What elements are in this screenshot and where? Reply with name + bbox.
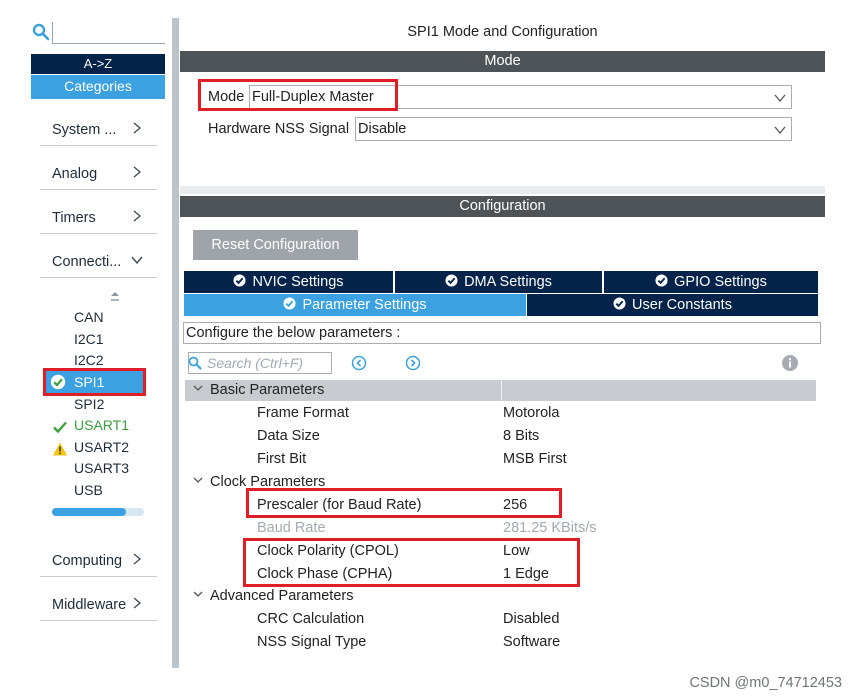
category-label: Middleware <box>52 597 127 613</box>
tab-nvic-settings[interactable]: NVIC Settings <box>184 271 393 293</box>
scroll-progress-fill <box>52 508 126 516</box>
basic-parameters-group[interactable]: Basic Parameters <box>192 382 324 398</box>
configure-hint: Configure the below parameters : <box>183 322 821 344</box>
chevron-right-icon <box>133 166 142 178</box>
tab-label: Parameter Settings <box>302 297 427 313</box>
category-middleware[interactable]: Middleware <box>40 589 157 621</box>
category-system-core[interactable]: System ... <box>40 114 157 146</box>
param-data-size-value[interactable]: 8 Bits <box>503 428 539 444</box>
category-timers[interactable]: Timers <box>40 202 157 234</box>
chevron-down-icon <box>774 126 786 135</box>
chevron-right-icon <box>133 210 142 222</box>
peripheral-can[interactable]: CAN <box>74 309 104 330</box>
panel-splitter[interactable] <box>172 18 179 668</box>
chevron-down-icon <box>774 94 786 103</box>
peripheral-label: USART1 <box>74 417 129 433</box>
check-circle-icon <box>445 274 458 287</box>
watermark: CSDN @m0_74712453 <box>689 675 842 691</box>
tab-gpio-settings[interactable]: GPIO Settings <box>604 271 818 293</box>
tab-label: DMA Settings <box>464 274 552 290</box>
chevron-down-icon <box>131 256 143 265</box>
warning-icon <box>53 442 67 456</box>
search-input[interactable] <box>52 22 165 44</box>
scroll-progress-bar[interactable] <box>52 508 144 516</box>
sidebar-search <box>28 20 165 48</box>
peripheral-spi2[interactable]: SPI2 <box>74 396 104 417</box>
check-icon <box>53 421 67 434</box>
column-divider <box>501 380 502 401</box>
param-first-bit-value[interactable]: MSB First <box>503 451 567 467</box>
peripheral-i2c1[interactable]: I2C1 <box>74 331 104 352</box>
check-circle-icon <box>655 274 668 287</box>
highlight-box <box>43 368 146 396</box>
tab-parameter-settings[interactable]: Parameter Settings <box>184 294 526 316</box>
group-label: Advanced Parameters <box>210 588 354 604</box>
mode-configuration-panel: SPI1 Mode and Configuration Mode Mode Fu… <box>180 18 825 668</box>
chevron-down-icon <box>193 591 203 597</box>
highlight-box <box>246 488 562 518</box>
chevron-right-icon <box>133 553 142 565</box>
category-connectivity[interactable]: Connecti... <box>40 246 157 278</box>
param-frame-format-value[interactable]: Motorola <box>503 405 559 421</box>
scroll-up-icon[interactable] <box>110 290 120 304</box>
peripheral-usart1[interactable]: USART1 <box>53 417 129 438</box>
check-circle-icon <box>283 297 296 310</box>
param-data-size-label: Data Size <box>257 428 320 444</box>
chevron-right-icon <box>133 597 142 609</box>
param-frame-format-label: Frame Format <box>257 405 349 421</box>
check-circle-icon <box>613 297 626 310</box>
param-nss-type-label: NSS Signal Type <box>257 634 367 650</box>
category-label: Timers <box>52 210 96 226</box>
nss-select-value: Disable <box>358 121 407 137</box>
chevron-down-icon <box>193 385 203 391</box>
panel-title: SPI1 Mode and Configuration <box>407 24 598 40</box>
highlight-box <box>243 538 580 587</box>
parameter-search-input[interactable]: Search (Ctrl+F) <box>188 352 332 374</box>
advanced-parameters-group[interactable]: Advanced Parameters <box>192 588 353 604</box>
sort-az-button[interactable]: A->Z <box>31 54 165 74</box>
tab-user-constants[interactable]: User Constants <box>527 294 818 316</box>
tab-dma-settings[interactable]: DMA Settings <box>395 271 602 293</box>
peripheral-usart3[interactable]: USART3 <box>74 460 129 481</box>
chevron-right-icon <box>133 122 142 134</box>
tab-label: NVIC Settings <box>252 274 344 290</box>
highlight-box <box>198 79 398 111</box>
mode-section-header: Mode <box>180 51 825 72</box>
nss-select[interactable]: Disable <box>355 117 792 141</box>
categories-button[interactable]: Categories <box>31 75 165 99</box>
info-icon[interactable] <box>781 354 799 372</box>
chevron-down-icon <box>193 477 203 483</box>
check-circle-icon <box>233 274 246 287</box>
peripheral-usb[interactable]: USB <box>74 482 103 503</box>
group-label: Basic Parameters <box>210 382 325 398</box>
category-label: System ... <box>52 122 117 138</box>
category-label: Analog <box>52 166 98 182</box>
next-result-icon[interactable] <box>405 355 421 371</box>
tab-label: GPIO Settings <box>674 274 767 290</box>
search-icon <box>188 356 202 370</box>
section-divider <box>180 186 825 194</box>
category-label: Connecti... <box>52 254 122 270</box>
reset-configuration-button[interactable]: Reset Configuration <box>193 230 358 260</box>
category-computing[interactable]: Computing <box>40 545 157 577</box>
param-baud-rate-value: 281.25 KBits/s <box>503 520 597 536</box>
param-crc-value[interactable]: Disabled <box>503 611 559 627</box>
category-sidebar: A->Z Categories System ... Analog Timers… <box>28 18 174 668</box>
param-baud-rate-label: Baud Rate <box>257 520 326 536</box>
tab-label: User Constants <box>632 297 732 313</box>
param-crc-label: CRC Calculation <box>257 611 365 627</box>
param-nss-type-value[interactable]: Software <box>503 634 560 650</box>
search-icon[interactable] <box>32 23 50 41</box>
nss-label: Hardware NSS Signal <box>208 121 350 137</box>
configuration-section-header: Configuration <box>180 196 825 217</box>
category-label: Computing <box>52 553 123 569</box>
category-analog[interactable]: Analog <box>40 158 157 190</box>
peripheral-label: USART2 <box>74 439 129 455</box>
previous-result-icon[interactable] <box>351 355 367 371</box>
peripheral-usart2[interactable]: USART2 <box>53 439 129 460</box>
param-first-bit-label: First Bit <box>257 451 307 467</box>
search-placeholder: Search (Ctrl+F) <box>207 355 304 371</box>
